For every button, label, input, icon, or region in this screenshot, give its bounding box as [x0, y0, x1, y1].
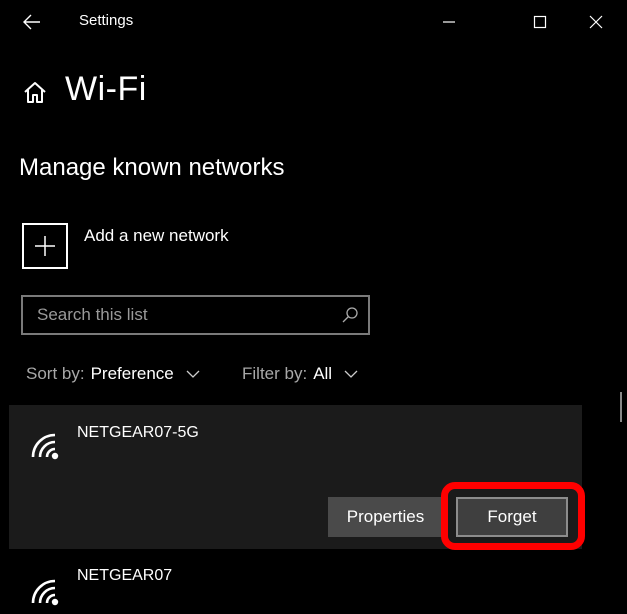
- sort-dropdown[interactable]: Sort by: Preference: [26, 364, 200, 384]
- close-button[interactable]: [573, 0, 619, 44]
- search-box[interactable]: [21, 295, 370, 335]
- minimize-icon: [443, 21, 455, 23]
- maximize-icon: [533, 15, 547, 29]
- highlight-annotation: [441, 482, 585, 550]
- title-bar: Settings: [0, 0, 627, 44]
- plus-icon: [35, 236, 55, 256]
- sort-value: Preference: [90, 364, 174, 383]
- search-icon[interactable]: [340, 305, 360, 325]
- scrollbar[interactable]: [620, 392, 622, 422]
- filter-label: Filter by:: [242, 364, 308, 383]
- close-icon: [589, 15, 603, 29]
- wifi-icon: [31, 433, 59, 460]
- chevron-down-icon: [344, 370, 358, 378]
- add-network-label[interactable]: Add a new network: [84, 226, 229, 246]
- wifi-icon: [31, 579, 59, 606]
- chevron-down-icon: [186, 370, 200, 378]
- add-network-button[interactable]: [22, 223, 68, 269]
- back-arrow-icon[interactable]: [20, 10, 44, 34]
- network-name: NETGEAR07: [77, 567, 173, 584]
- network-name: NETGEAR07-5G: [77, 424, 199, 441]
- page-title: Wi-Fi: [65, 70, 147, 108]
- section-title: Manage known networks: [19, 154, 285, 181]
- search-input[interactable]: [23, 297, 347, 333]
- sort-label: Sort by:: [26, 364, 85, 383]
- filter-dropdown[interactable]: Filter by: All: [242, 364, 358, 384]
- properties-button[interactable]: Properties: [328, 497, 443, 537]
- minimize-button[interactable]: [426, 0, 472, 44]
- maximize-button[interactable]: [517, 0, 563, 44]
- filter-value: All: [313, 364, 333, 383]
- home-icon[interactable]: [22, 80, 48, 106]
- app-title: Settings: [79, 12, 134, 29]
